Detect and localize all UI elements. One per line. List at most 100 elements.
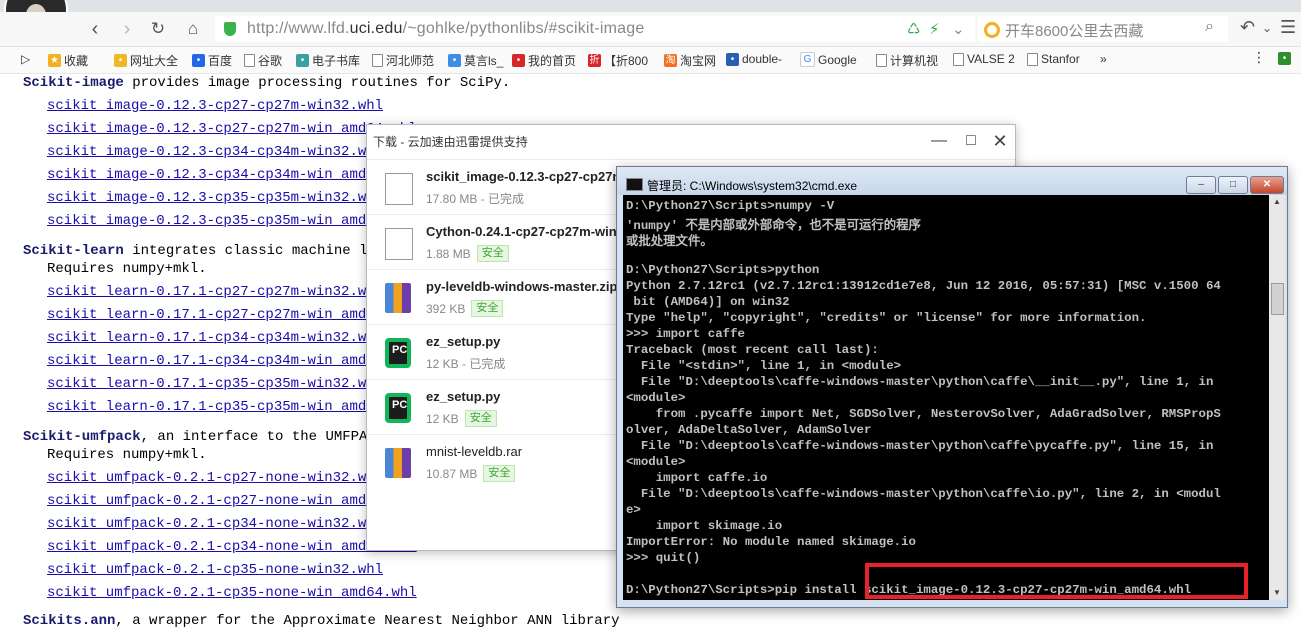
bookmark-item[interactable]: • 百度 (192, 52, 232, 69)
undo-icon[interactable]: ↶ (1240, 17, 1255, 38)
download-link[interactable]: scikit_umfpack-0.2.1-cp35-none-win32.whl (47, 562, 383, 578)
download-link[interactable]: scikit_learn-0.17.1-cp35-cp35m-win_amd64… (47, 399, 417, 415)
download-link[interactable]: scikit_learn-0.17.1-cp27-cp27m-win32.whl (47, 284, 383, 300)
address-bar[interactable]: http://www.lfd.uci.edu/~gohlke/pythonlib… (215, 16, 975, 42)
console-scrollbar[interactable]: ▲ ▼ (1269, 195, 1285, 600)
document-file-icon (385, 228, 413, 260)
bookmarks-more-icon[interactable]: » (1100, 52, 1107, 66)
download-link[interactable]: scikit_umfpack-0.2.1-cp34-none-win_amd64… (47, 539, 417, 555)
scroll-up-icon[interactable]: ▲ (1269, 195, 1285, 209)
scroll-thumb[interactable] (1271, 283, 1284, 315)
bookmark-item[interactable]: • 电子书库 (296, 52, 360, 69)
refresh-accelerate-icon[interactable]: ♺ (907, 20, 920, 38)
sidebar-toggle-icon[interactable]: ▷ (21, 52, 30, 66)
bookmark-item[interactable]: • 我的首页 (512, 52, 576, 69)
cmd-window[interactable]: 管理员: C:\Windows\system32\cmd.exe – □ ✕ D… (616, 166, 1288, 608)
bookmark-item[interactable]: G Google (800, 52, 857, 67)
download-link[interactable]: scikit_umfpack-0.2.1-cp34-none-win32.whl (47, 516, 383, 532)
maximize-icon[interactable]: □ (959, 129, 983, 153)
console-line: from .pycaffe import Net, SGDSolver, Nes… (626, 407, 1221, 421)
search-engine-icon (984, 22, 1000, 38)
bookmark-item[interactable]: 计算机视 (876, 52, 938, 69)
console-line: <module> (626, 391, 686, 405)
download-size: 392 KB (426, 301, 466, 316)
url-text[interactable]: http://www.lfd.uci.edu/~gohlke/pythonlib… (247, 20, 644, 38)
safe-badge: 安全 (483, 465, 516, 482)
download-link[interactable]: scikit_image-0.12.3-cp35-cp35m-win32.whl (47, 190, 383, 206)
section-header: Scikits.ann, a wrapper for the Approxima… (23, 613, 620, 629)
close-icon[interactable]: ✕ (988, 129, 1012, 153)
bookmark-item[interactable]: 折【折800 (588, 52, 648, 69)
forward-icon[interactable]: › (115, 17, 139, 41)
reload-icon[interactable]: ↻ (146, 17, 170, 41)
download-link[interactable]: scikit_image-0.12.3-cp34-cp34m-win_amd64… (47, 167, 417, 183)
console-line: import skimage.io (626, 519, 783, 533)
console-line: File "<stdin>", line 1, in <module> (626, 359, 902, 373)
bookmark-item[interactable]: 河北师范 (372, 52, 434, 69)
maximize-icon[interactable]: □ (1218, 176, 1248, 194)
console-line: bit (AMD64)] on win32 (626, 295, 790, 309)
bookmark-item[interactable]: 淘淘宝网 (664, 52, 716, 69)
console-line: Type "help", "copyright", "credits" or "… (626, 311, 1147, 325)
console-line: olver, AdaDeltaSolver, AdamSolver (626, 423, 872, 437)
console-line: >>> import caffe (626, 327, 745, 341)
download-size: 12 KB (426, 411, 459, 426)
cmd-title: 管理员: C:\Windows\system32\cmd.exe (647, 179, 858, 193)
section-header: Scikit-image provides image processing r… (23, 75, 511, 91)
download-filename: Cython-0.24.1-cp27-cp27m-win (426, 224, 617, 239)
download-link[interactable]: scikit_umfpack-0.2.1-cp27-none-win_amd64… (47, 493, 417, 509)
download-size: 17.80 MB (426, 191, 478, 206)
bookmark-item[interactable]: • double- (726, 52, 782, 66)
download-link[interactable]: scikit_image-0.12.3-cp27-cp27m-win32.whl (47, 98, 383, 114)
close-icon[interactable]: ✕ (1250, 176, 1284, 194)
minimize-icon[interactable]: — (927, 129, 951, 153)
download-link[interactable]: scikit_image-0.12.3-cp27-cp27m-win_amd64… (47, 121, 417, 137)
console-line: File "D:\deeptools\caffe-windows-master\… (626, 487, 1221, 501)
cmd-titlebar[interactable]: 管理员: C:\Windows\system32\cmd.exe – □ ✕ (617, 167, 1287, 195)
console-line: D:\Python27\Scripts>python (626, 263, 820, 277)
download-link[interactable]: scikit_umfpack-0.2.1-cp27-none-win32.whl (47, 470, 383, 486)
download-link[interactable]: scikit_learn-0.17.1-cp34-cp34m-win32.whl (47, 330, 383, 346)
bookmark-item[interactable]: 谷歌 (244, 52, 282, 69)
console-line: ImportError: No module named skimage.io (626, 535, 916, 549)
download-link[interactable]: scikit_image-0.12.3-cp34-cp34m-win32.whl (47, 144, 383, 160)
bookmark-item[interactable]: Stanfor (1027, 52, 1080, 66)
scroll-down-icon[interactable]: ▼ (1269, 586, 1285, 600)
dropdown-chevron-icon[interactable]: ⌄ (952, 20, 965, 38)
search-icon[interactable]: ⌕ (1205, 18, 1214, 36)
minimize-icon[interactable]: – (1186, 176, 1216, 194)
search-input[interactable]: 开车8600公里去西藏 (1005, 20, 1143, 41)
download-filename: mnist-leveldb.rar (426, 444, 523, 459)
bookmark-item[interactable]: ★ 收藏 (48, 52, 88, 69)
console-output[interactable]: D:\Python27\Scripts>numpy -V'numpy' 不是内部… (623, 195, 1269, 600)
download-status: - 已完成 (462, 357, 506, 371)
more-options-icon[interactable]: ⋮ (1252, 49, 1266, 66)
download-size: 10.87 MB (426, 466, 478, 481)
download-link[interactable]: scikit_image-0.12.3-cp35-cp35m-win_amd64… (47, 213, 417, 229)
extension-icon[interactable]: • (1278, 52, 1294, 65)
download-link[interactable]: scikit_learn-0.17.1-cp27-cp27m-win_amd64… (47, 307, 417, 323)
back-icon[interactable]: ‹ (83, 17, 107, 41)
requirement-note: Requires numpy+mkl. (47, 447, 207, 463)
lightning-icon[interactable]: ⚡ (929, 20, 940, 38)
safe-badge: 安全 (464, 410, 497, 427)
search-box[interactable]: 开车8600公里去西藏 ⌕ (978, 16, 1228, 42)
download-filename: py-leveldb-windows-master.zip (426, 279, 618, 294)
pycharm-file-icon: PC (385, 338, 411, 368)
console-line: Traceback (most recent call last): (626, 343, 879, 357)
console-line: Python 2.7.12rc1 (v2.7.12rc1:13912cd1e7e… (626, 279, 1221, 293)
bookmarks-bar: ▷ ★ 收藏 • 网址大全 • 百度 谷歌 • 电子书库 河北师范 • 莫言ls_ • 我的… (0, 47, 1301, 74)
download-link[interactable]: scikit_learn-0.17.1-cp35-cp35m-win32.whl (47, 376, 383, 392)
cmd-icon (626, 178, 643, 191)
home-icon[interactable]: ⌂ (181, 17, 205, 41)
bookmark-item[interactable]: • 莫言ls_ (448, 52, 503, 69)
bookmark-item[interactable]: VALSE 2 (953, 52, 1015, 66)
menu-icon[interactable]: ☰ (1280, 17, 1296, 38)
requirement-note: Requires numpy+mkl. (47, 261, 207, 277)
download-link[interactable]: scikit_umfpack-0.2.1-cp35-none-win_amd64… (47, 585, 417, 601)
download-size: 12 KB (426, 356, 459, 371)
tab-strip[interactable] (0, 0, 1301, 42)
download-link[interactable]: scikit_learn-0.17.1-cp34-cp34m-win_amd64… (47, 353, 417, 369)
bookmark-item[interactable]: • 网址大全 (114, 52, 178, 69)
undo-dropdown-icon[interactable]: ⌄ (1262, 21, 1272, 35)
